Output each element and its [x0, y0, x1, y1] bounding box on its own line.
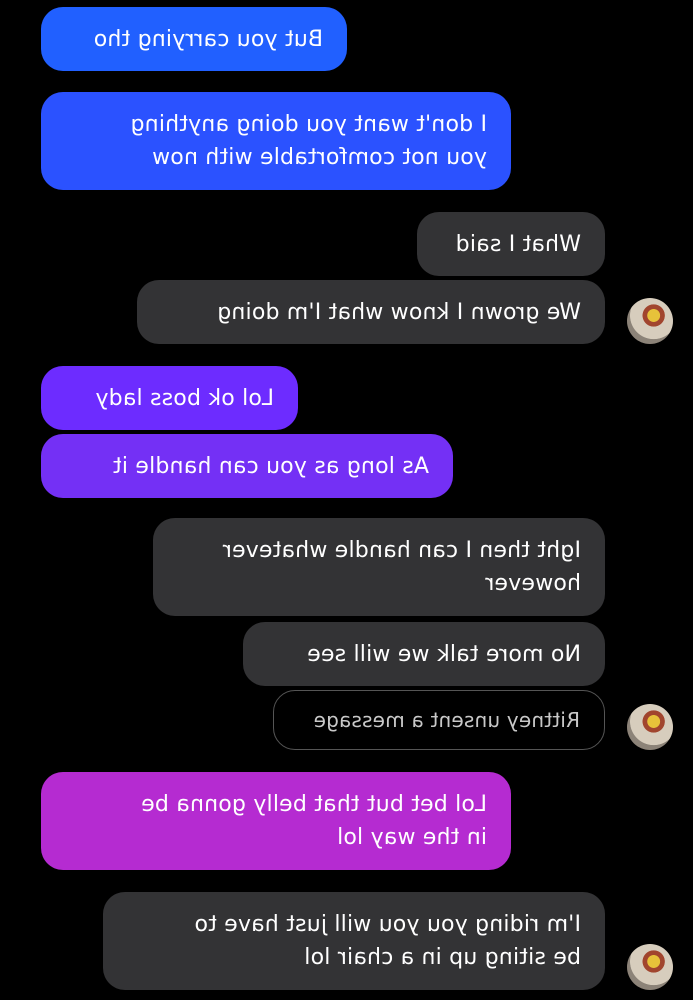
- message-incoming[interactable]: What I said: [417, 212, 605, 276]
- unsent-message-notice: Rittney unsent a message: [273, 690, 605, 750]
- message-incoming[interactable]: We grown I know what I'm doing: [137, 280, 605, 344]
- message-text: Lol ok boss lady: [95, 385, 274, 411]
- message-text: you not comfortable with now: [151, 145, 487, 170]
- message-text: be siting up in a chair lol: [304, 945, 581, 970]
- message-incoming[interactable]: No more talk we will see: [243, 622, 605, 686]
- message-text: Rittney unsent a message: [313, 707, 580, 732]
- message-outgoing[interactable]: But you carrying tho: [41, 7, 347, 71]
- message-outgoing[interactable]: Lol bet but that belly gonna be in the w…: [41, 772, 511, 870]
- message-text: As long as you can handle it: [112, 453, 429, 479]
- message-text: however: [485, 571, 581, 596]
- chat-thread: But you carrying tho I don't want you do…: [0, 0, 693, 1000]
- message-incoming[interactable]: Ight then I can handle whatever however: [153, 518, 605, 616]
- message-text: in the way lol: [336, 825, 487, 850]
- message-text: Lol bet but that belly gonna be: [141, 792, 487, 817]
- message-outgoing[interactable]: I don't want you doing anything you not …: [41, 92, 511, 190]
- contact-avatar-icon[interactable]: [627, 704, 673, 750]
- contact-avatar-icon[interactable]: [627, 944, 673, 990]
- message-incoming[interactable]: I'm riding you you will just have to be …: [103, 892, 605, 990]
- message-text: But you carrying tho: [93, 26, 323, 52]
- message-text: Ight then I can handle whatever: [222, 538, 581, 563]
- contact-avatar-icon[interactable]: [627, 298, 673, 344]
- message-outgoing[interactable]: As long as you can handle it: [41, 434, 453, 498]
- message-text: What I said: [455, 231, 582, 257]
- message-outgoing[interactable]: Lol ok boss lady: [41, 366, 298, 430]
- message-text: No more talk we will see: [306, 641, 581, 667]
- message-text: I don't want you doing anything: [130, 112, 487, 137]
- message-text: We grown I know what I'm doing: [217, 299, 581, 325]
- message-text: I'm riding you you will just have to: [194, 912, 581, 937]
